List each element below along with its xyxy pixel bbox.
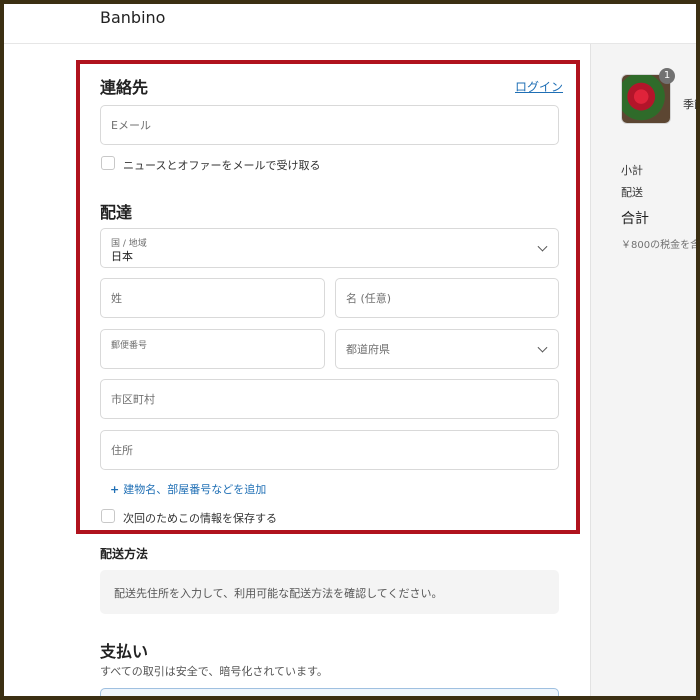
shipping-method-title: 配送方法 — [100, 547, 149, 561]
shipping-notice: 配送先住所を入力して、利用可能な配送方法を確認してください。 — [114, 587, 443, 600]
tax-note: ￥800の税金を含 — [621, 240, 696, 251]
brand-logo[interactable]: Banbino — [100, 8, 165, 27]
payment-title: 支払い — [100, 642, 149, 661]
first-name-field[interactable]: 名 (任意) — [335, 278, 559, 318]
prefecture-select[interactable]: 都道府県 — [335, 329, 559, 369]
add-building-link[interactable]: + 建物名、部屋番号などを追加 — [110, 481, 266, 497]
email-placeholder: Eメール — [111, 119, 151, 132]
save-info-checkbox[interactable] — [101, 509, 115, 523]
payment-option-box[interactable] — [100, 688, 559, 696]
quantity-badge: 1 — [659, 68, 675, 84]
city-placeholder: 市区町村 — [111, 393, 155, 406]
newsletter-label: ニュースとオファーをメールで受け取る — [123, 159, 321, 172]
product-name: 季節 — [683, 98, 696, 111]
address-field[interactable]: 住所 — [100, 430, 559, 470]
plus-icon: + — [110, 483, 120, 496]
last-name-field[interactable]: 姓 — [100, 278, 325, 318]
postal-code-label: 郵便番号 — [111, 341, 148, 351]
login-link[interactable]: ログイン — [515, 78, 563, 95]
newsletter-checkbox[interactable] — [101, 156, 115, 170]
total-label: 合計 — [621, 211, 649, 227]
last-name-placeholder: 姓 — [111, 292, 122, 305]
site-header: Banbino — [4, 4, 696, 44]
postal-code-field[interactable]: 郵便番号 — [100, 329, 325, 369]
email-field[interactable]: Eメール — [100, 105, 559, 145]
country-value: 日本 — [111, 250, 133, 263]
prefecture-placeholder: 都道府県 — [346, 343, 390, 356]
save-info-label: 次回のためこの情報を保存する — [123, 512, 277, 525]
delivery-title: 配達 — [100, 203, 133, 222]
checkout-page: Banbino 1 季節 小計 配送 合計 ￥800の税金を含 連絡先 ログイン… — [4, 4, 696, 696]
first-name-placeholder: 名 (任意) — [346, 292, 392, 305]
order-summary-sidebar: 1 季節 小計 配送 合計 ￥800の税金を含 — [590, 44, 696, 696]
subtotal-label: 小計 — [621, 164, 643, 177]
contact-title: 連絡先 — [100, 78, 149, 97]
payment-subtitle: すべての取引は安全で、暗号化されています。 — [100, 665, 328, 678]
country-select[interactable]: 国 / 地域 日本 — [100, 228, 559, 268]
add-building-label: 建物名、部屋番号などを追加 — [123, 483, 267, 496]
address-placeholder: 住所 — [111, 444, 133, 457]
city-field[interactable]: 市区町村 — [100, 379, 559, 419]
shipping-summary-label: 配送 — [621, 186, 643, 199]
shipping-notice-box: 配送先住所を入力して、利用可能な配送方法を確認してください。 — [100, 570, 559, 614]
chevron-down-icon — [537, 241, 548, 252]
chevron-down-icon — [537, 342, 548, 353]
